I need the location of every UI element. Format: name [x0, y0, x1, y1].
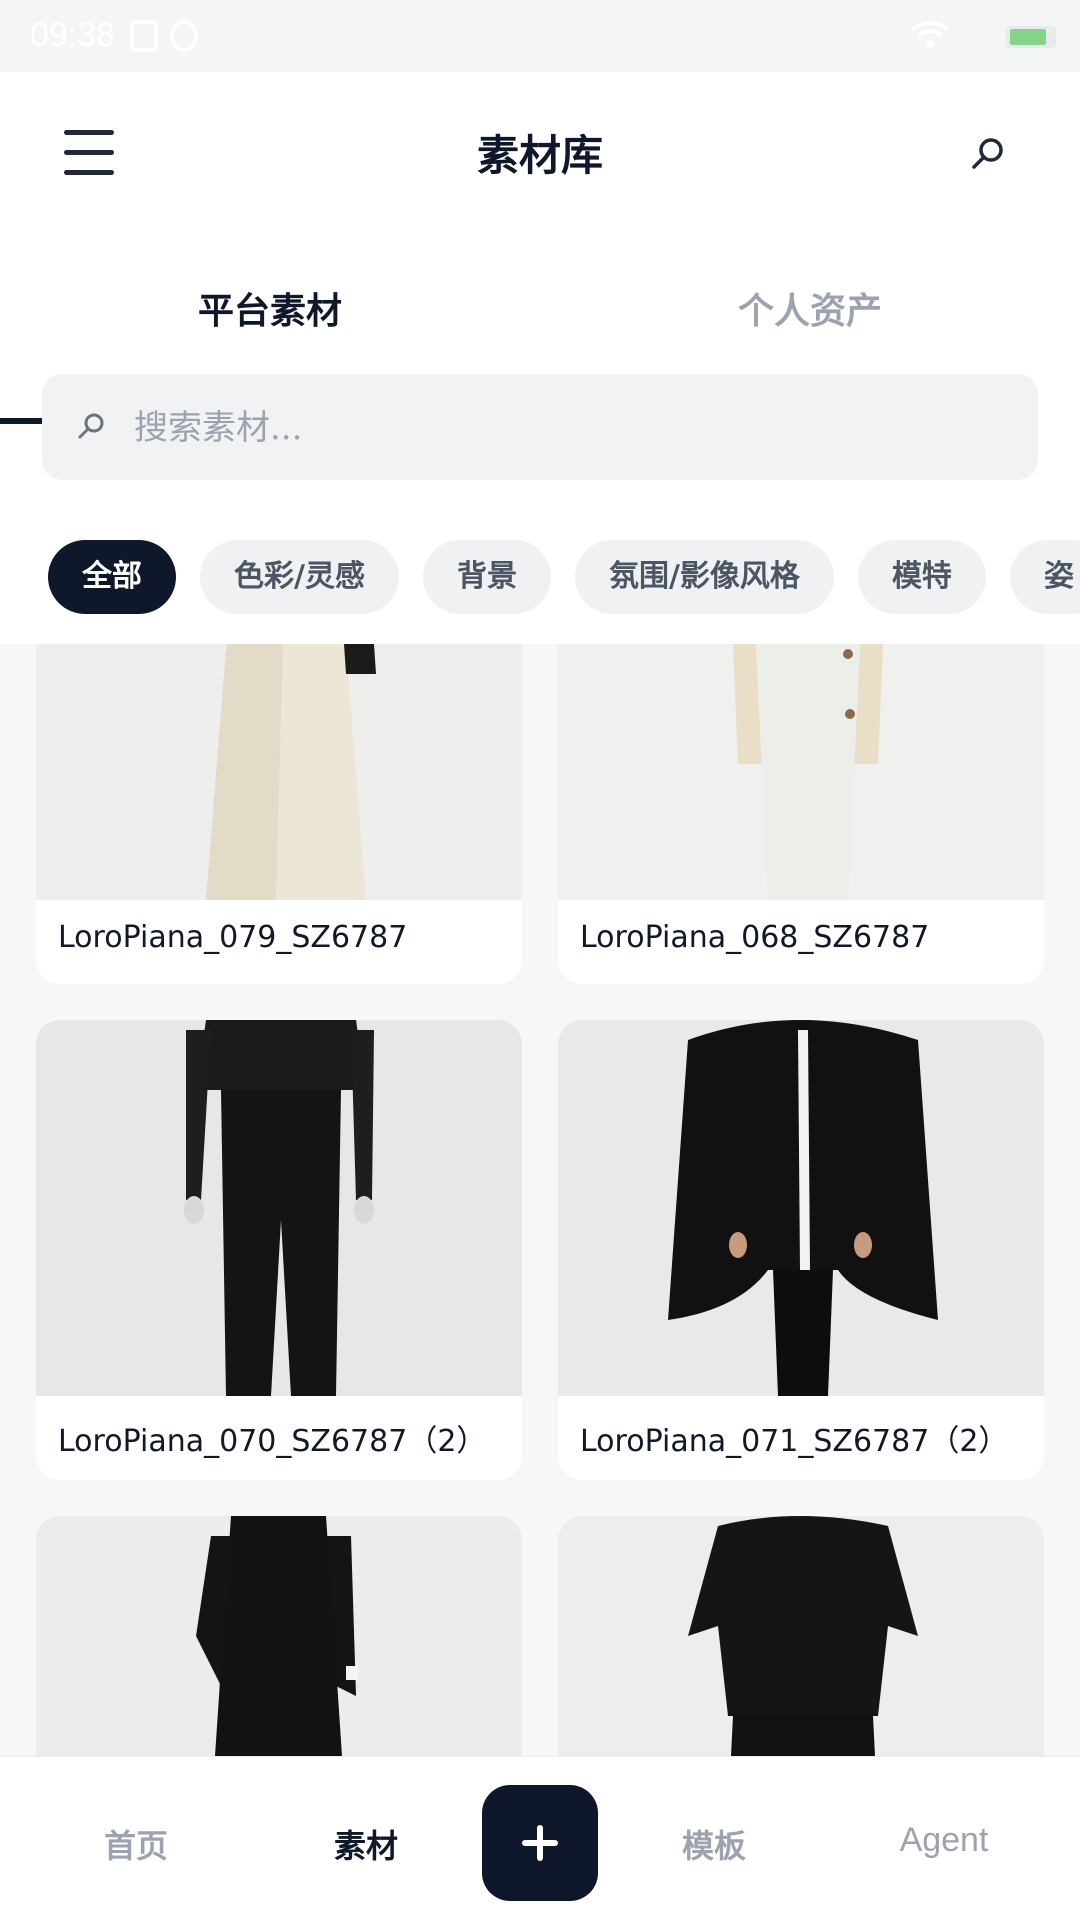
material-grid: LoroPiana_079_SZ6787 LoroPiana_068_SZ678…	[0, 644, 1080, 1756]
battery-icon	[1006, 26, 1056, 48]
material-image	[36, 644, 522, 900]
search-input[interactable]	[134, 398, 994, 458]
material-image	[558, 644, 1044, 900]
nav-templates[interactable]: 模板	[614, 1821, 814, 1867]
material-name: LoroPiana_071_SZ6787（2）	[580, 1424, 1009, 1459]
chip-model[interactable]: 模特	[857, 540, 986, 614]
notification-icon	[170, 20, 198, 52]
material-card[interactable]: LoroPiana_079_SZ6787	[36, 644, 522, 984]
plus-icon[interactable]	[482, 1785, 598, 1901]
material-card[interactable]: LoroPiana_068_SZ6787	[558, 644, 1044, 984]
material-name: LoroPiana_079_SZ6787	[58, 920, 408, 955]
status-notification-icons	[130, 20, 198, 52]
chip-pose[interactable]: 姿	[1009, 540, 1080, 614]
bottom-navigation: 首页 素材 模板 Agent	[0, 1756, 1080, 1920]
material-card[interactable]: LoroPiana_070_SZ6787（2）	[36, 1020, 522, 1480]
chip-atmosphere-style[interactable]: 氛围/影像风格	[574, 540, 834, 614]
search-icon	[78, 413, 104, 439]
material-name: LoroPiana_070_SZ6787（2）	[58, 1424, 487, 1459]
material-name: LoroPiana_068_SZ6787	[580, 920, 930, 955]
battery-level	[1010, 29, 1046, 45]
chip-background[interactable]: 背景	[422, 540, 551, 614]
nav-agent[interactable]: Agent	[844, 1821, 1044, 1860]
material-image	[558, 1020, 1044, 1396]
nav-home[interactable]: 首页	[36, 1821, 236, 1867]
material-image	[36, 1020, 522, 1396]
status-bar: 09:38	[0, 0, 1080, 72]
nav-materials[interactable]: 素材	[266, 1821, 466, 1867]
tab-bar: 平台素材 个人资产	[0, 252, 1080, 352]
material-card[interactable]: LoroPiana_071_SZ6787（2）	[558, 1020, 1044, 1480]
wifi-icon	[910, 21, 950, 48]
search-icon[interactable]	[968, 134, 1008, 174]
chip-color-inspiration[interactable]: 色彩/灵感	[200, 540, 399, 614]
chip-all[interactable]: 全部	[48, 540, 176, 614]
material-card[interactable]	[36, 1516, 522, 1756]
status-time: 09:38	[30, 16, 116, 54]
tab-personal-assets[interactable]: 个人资产	[540, 252, 1080, 352]
page-title: 素材库	[476, 131, 603, 180]
material-image	[558, 1516, 1044, 1756]
search-bar[interactable]	[42, 374, 1038, 480]
tab-platform-materials[interactable]: 平台素材	[0, 252, 540, 352]
app-header: 素材库 平台素材 个人资产 全部 色彩/灵感 背景 氛围/影像风格 模特 姿	[0, 72, 1080, 644]
material-card[interactable]	[558, 1516, 1044, 1756]
notification-icon	[130, 20, 158, 52]
material-image	[36, 1516, 522, 1756]
category-chips: 全部 色彩/灵感 背景 氛围/影像风格 模特 姿	[48, 540, 1080, 616]
